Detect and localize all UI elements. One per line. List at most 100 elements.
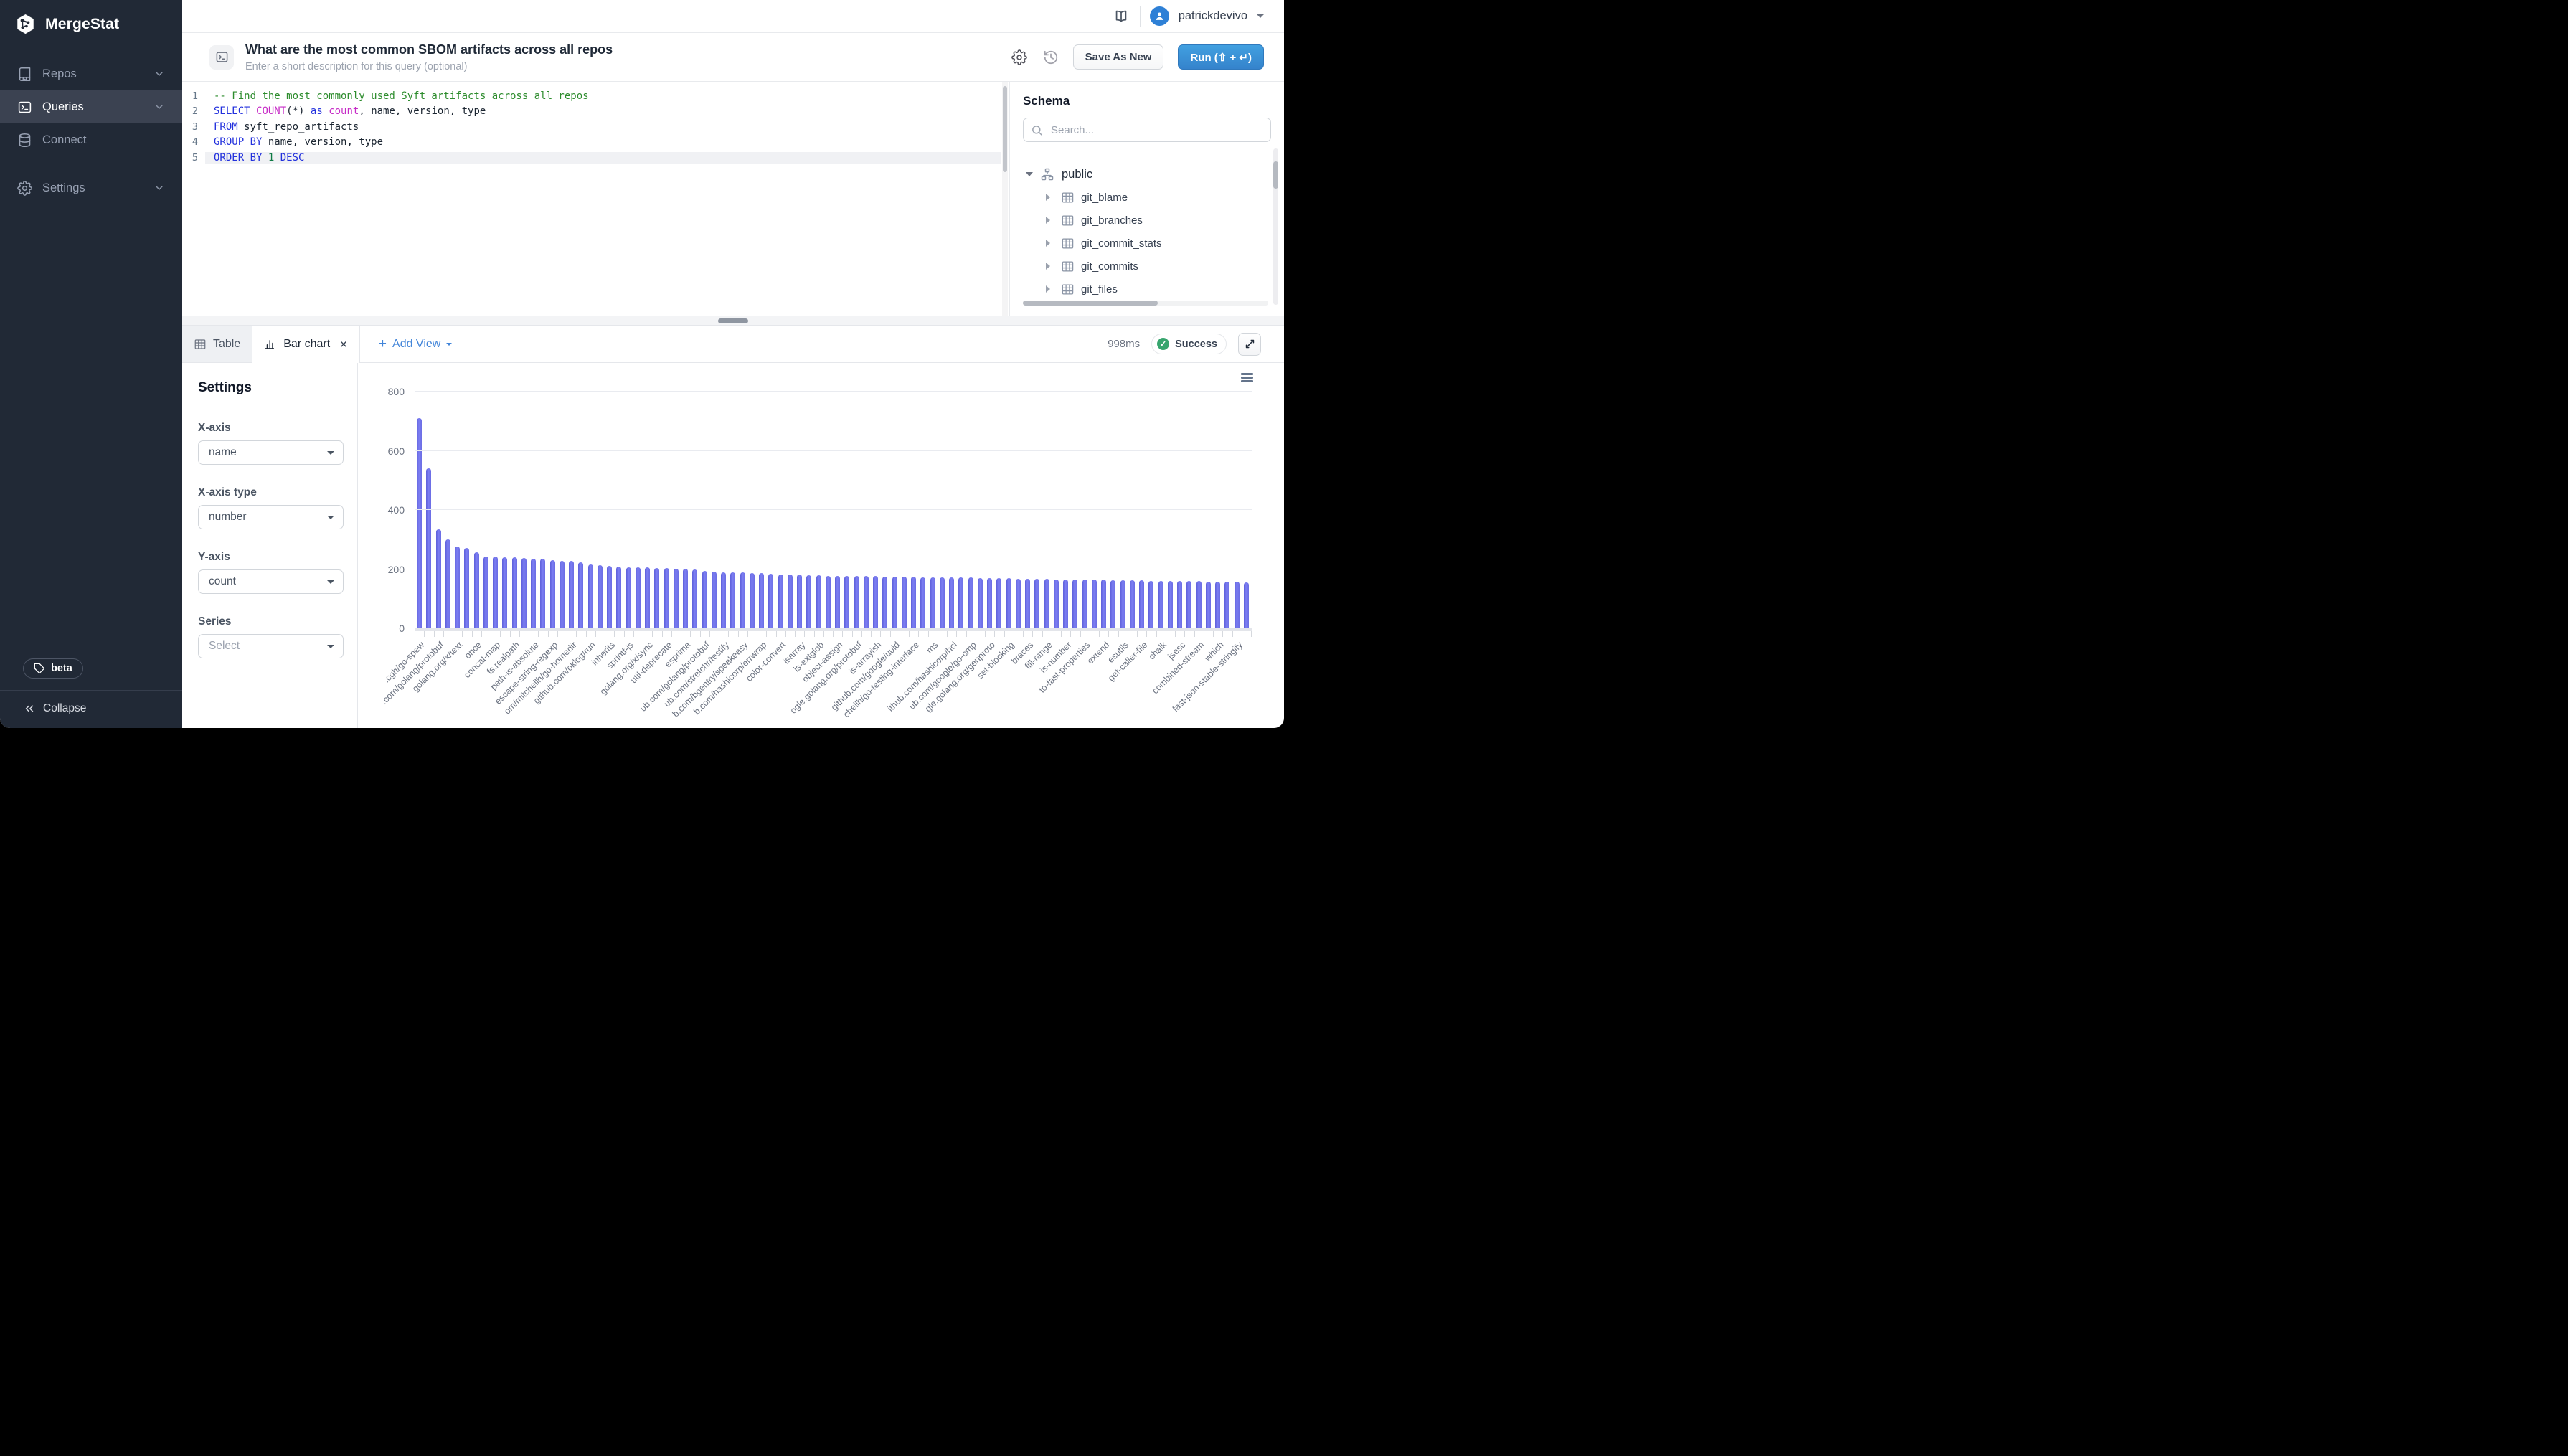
caret-right-icon[interactable] bbox=[1046, 240, 1054, 247]
chart-bar[interactable] bbox=[1110, 580, 1115, 628]
schema-table-row[interactable]: git_files bbox=[1010, 278, 1273, 301]
chart-bar[interactable] bbox=[1158, 581, 1163, 628]
chart-bar[interactable] bbox=[692, 569, 697, 628]
code-line[interactable]: 5ORDER BY 1 DESC bbox=[182, 150, 1001, 166]
chart-bar[interactable] bbox=[1168, 581, 1173, 628]
chart-bar[interactable] bbox=[873, 576, 878, 628]
chart-bar[interactable] bbox=[864, 576, 869, 628]
chart-bar[interactable] bbox=[712, 572, 717, 628]
chart-bar[interactable] bbox=[1025, 579, 1030, 628]
chart-bar[interactable] bbox=[1082, 580, 1087, 628]
schema-root-row[interactable]: public bbox=[1010, 163, 1273, 186]
caret-right-icon[interactable] bbox=[1046, 217, 1054, 224]
chart-bar[interactable] bbox=[1130, 580, 1135, 628]
caret-right-icon[interactable] bbox=[1046, 194, 1054, 201]
chart-bar[interactable] bbox=[768, 574, 773, 628]
chart-bar[interactable] bbox=[1092, 580, 1097, 628]
avatar[interactable] bbox=[1150, 6, 1169, 26]
chart-bar[interactable] bbox=[1072, 580, 1077, 628]
chart-bar[interactable] bbox=[1215, 582, 1220, 628]
chart-bar[interactable] bbox=[920, 577, 925, 628]
chart-bar[interactable] bbox=[578, 562, 583, 628]
chart-bar[interactable] bbox=[426, 468, 431, 628]
chart-bar[interactable] bbox=[721, 572, 726, 628]
code-line[interactable]: 1-- Find the most commonly used Syft art… bbox=[182, 88, 1001, 104]
sidebar-item-queries[interactable]: Queries bbox=[0, 90, 182, 123]
chart-bar[interactable] bbox=[987, 578, 992, 628]
chart-bar[interactable] bbox=[550, 560, 555, 628]
chart-bar[interactable] bbox=[1006, 578, 1011, 628]
chart-bar[interactable] bbox=[1139, 580, 1144, 628]
chart-bar[interactable] bbox=[835, 576, 840, 628]
chart-bar[interactable] bbox=[560, 561, 565, 628]
chart-bar[interactable] bbox=[1034, 579, 1039, 628]
chart-bar[interactable] bbox=[464, 548, 469, 628]
sidebar-item-settings[interactable]: Settings bbox=[0, 171, 182, 204]
tab-bar-chart[interactable]: Bar chart ✕ bbox=[252, 326, 360, 363]
chart-bar[interactable] bbox=[968, 577, 973, 628]
chart-bar[interactable] bbox=[902, 577, 907, 628]
chart-bar[interactable] bbox=[730, 572, 735, 628]
chart-bar[interactable] bbox=[626, 567, 631, 628]
chart-bar[interactable] bbox=[1016, 579, 1021, 628]
chart-bar[interactable] bbox=[436, 529, 441, 628]
chart-bar[interactable] bbox=[1054, 580, 1059, 628]
chart-bar[interactable] bbox=[540, 559, 545, 628]
code-line[interactable]: 3FROM syft_repo_artifacts bbox=[182, 119, 1001, 135]
chart-bar[interactable] bbox=[740, 572, 745, 628]
chart-setting-select[interactable]: number bbox=[198, 505, 344, 529]
collapse-sidebar-button[interactable]: Collapse bbox=[0, 690, 182, 728]
chart-bar[interactable] bbox=[978, 578, 983, 628]
chart-menu-icon[interactable] bbox=[1241, 373, 1253, 384]
chart-bar[interactable] bbox=[702, 571, 707, 628]
chart-bar[interactable] bbox=[996, 578, 1001, 628]
chart-setting-select[interactable]: name bbox=[198, 440, 344, 465]
sidebar-item-repos[interactable]: Repos bbox=[0, 57, 182, 90]
chart-bar[interactable] bbox=[892, 577, 897, 628]
chart-bar[interactable] bbox=[455, 547, 460, 628]
schema-table-row[interactable]: git_commits bbox=[1010, 255, 1273, 278]
chart-bar[interactable] bbox=[474, 552, 479, 628]
chart-bar[interactable] bbox=[1186, 581, 1191, 628]
chart-bar[interactable] bbox=[816, 575, 821, 628]
chart-bar[interactable] bbox=[1235, 582, 1240, 628]
chart-bar[interactable] bbox=[1177, 581, 1182, 628]
query-history-icon[interactable] bbox=[1042, 48, 1060, 67]
save-as-new-button[interactable]: Save As New bbox=[1073, 44, 1164, 70]
chart-bar[interactable] bbox=[1196, 581, 1202, 628]
chart-setting-select[interactable]: count bbox=[198, 569, 344, 594]
chart-bar[interactable] bbox=[844, 576, 849, 628]
chart-bar[interactable] bbox=[664, 568, 669, 628]
query-settings-gear-icon[interactable] bbox=[1010, 48, 1029, 67]
add-view-button[interactable]: + Add View bbox=[379, 326, 452, 362]
chart-bar[interactable] bbox=[911, 577, 916, 628]
chart-bar[interactable] bbox=[588, 564, 593, 628]
close-tab-icon[interactable]: ✕ bbox=[336, 339, 348, 351]
caret-right-icon[interactable] bbox=[1046, 263, 1054, 270]
schema-search-input[interactable] bbox=[1049, 123, 1263, 137]
schema-table-row[interactable]: git_commit_stats bbox=[1010, 232, 1273, 255]
docs-book-icon[interactable] bbox=[1112, 7, 1130, 26]
chart-bar[interactable] bbox=[949, 577, 954, 628]
schema-vertical-scrollbar[interactable] bbox=[1273, 148, 1278, 305]
chart-bar[interactable] bbox=[930, 577, 935, 628]
caret-down-icon[interactable] bbox=[1026, 172, 1033, 180]
schema-horizontal-scrollbar[interactable] bbox=[1023, 301, 1268, 306]
chart-bar[interactable] bbox=[958, 577, 963, 628]
chart-bar[interactable] bbox=[854, 576, 859, 628]
chart-bar[interactable] bbox=[654, 568, 659, 628]
chart-bar[interactable] bbox=[645, 567, 650, 628]
chart-bar[interactable] bbox=[636, 567, 641, 628]
chart-bar[interactable] bbox=[1148, 581, 1153, 628]
chart-bar[interactable] bbox=[797, 575, 802, 628]
logo[interactable]: MergeStat bbox=[0, 0, 182, 35]
chart-bar[interactable] bbox=[502, 557, 507, 628]
chart-bar[interactable] bbox=[1244, 582, 1249, 628]
chart-bar[interactable] bbox=[806, 575, 811, 628]
chart-bar[interactable] bbox=[616, 567, 621, 628]
chart-bar[interactable] bbox=[683, 569, 688, 628]
chart-bar[interactable] bbox=[826, 576, 831, 628]
chart-bar[interactable] bbox=[483, 557, 488, 628]
chart-bar[interactable] bbox=[788, 575, 793, 628]
chart-bar[interactable] bbox=[445, 539, 450, 628]
